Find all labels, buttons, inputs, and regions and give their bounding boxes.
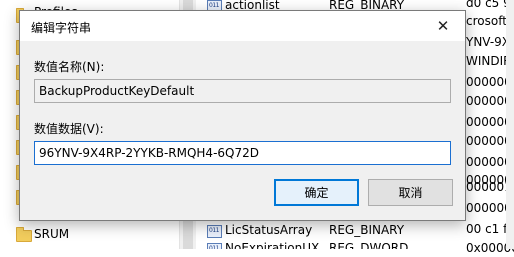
ok-button[interactable]: 确定 bbox=[274, 179, 359, 206]
value-name: LicStatusArray bbox=[225, 223, 313, 237]
dialog-titlebar[interactable]: 编辑字符串 ✕ bbox=[20, 11, 465, 41]
value-data-field[interactable]: 96YNV-9X4RP-2YYKB-RMQH4-6Q72D bbox=[34, 141, 451, 165]
values-scrollbar[interactable] bbox=[506, 0, 514, 249]
binary-value-icon bbox=[207, 225, 222, 238]
close-icon: ✕ bbox=[436, 16, 450, 35]
folder-icon bbox=[16, 227, 32, 242]
cancel-button[interactable]: 取消 bbox=[368, 179, 453, 206]
value-name-field[interactable]: BackupProductKeyDefault bbox=[34, 79, 451, 103]
value-type: REG_BINARY bbox=[329, 223, 405, 237]
binary-value-icon bbox=[207, 243, 222, 249]
value-name: NoExpirationUX bbox=[225, 241, 320, 249]
value-name-label: 数值名称(N): bbox=[34, 60, 105, 74]
close-button[interactable]: ✕ bbox=[421, 11, 465, 41]
tree-item-srum[interactable]: SRUM bbox=[34, 227, 69, 241]
value-data-label: 数值数据(V): bbox=[34, 122, 104, 136]
edit-string-dialog: 编辑字符串 ✕ 数值名称(N): BackupProductKeyDefault… bbox=[19, 10, 466, 221]
dialog-title: 编辑字符串 bbox=[31, 21, 92, 35]
value-type: REG_DWORD bbox=[329, 241, 409, 249]
